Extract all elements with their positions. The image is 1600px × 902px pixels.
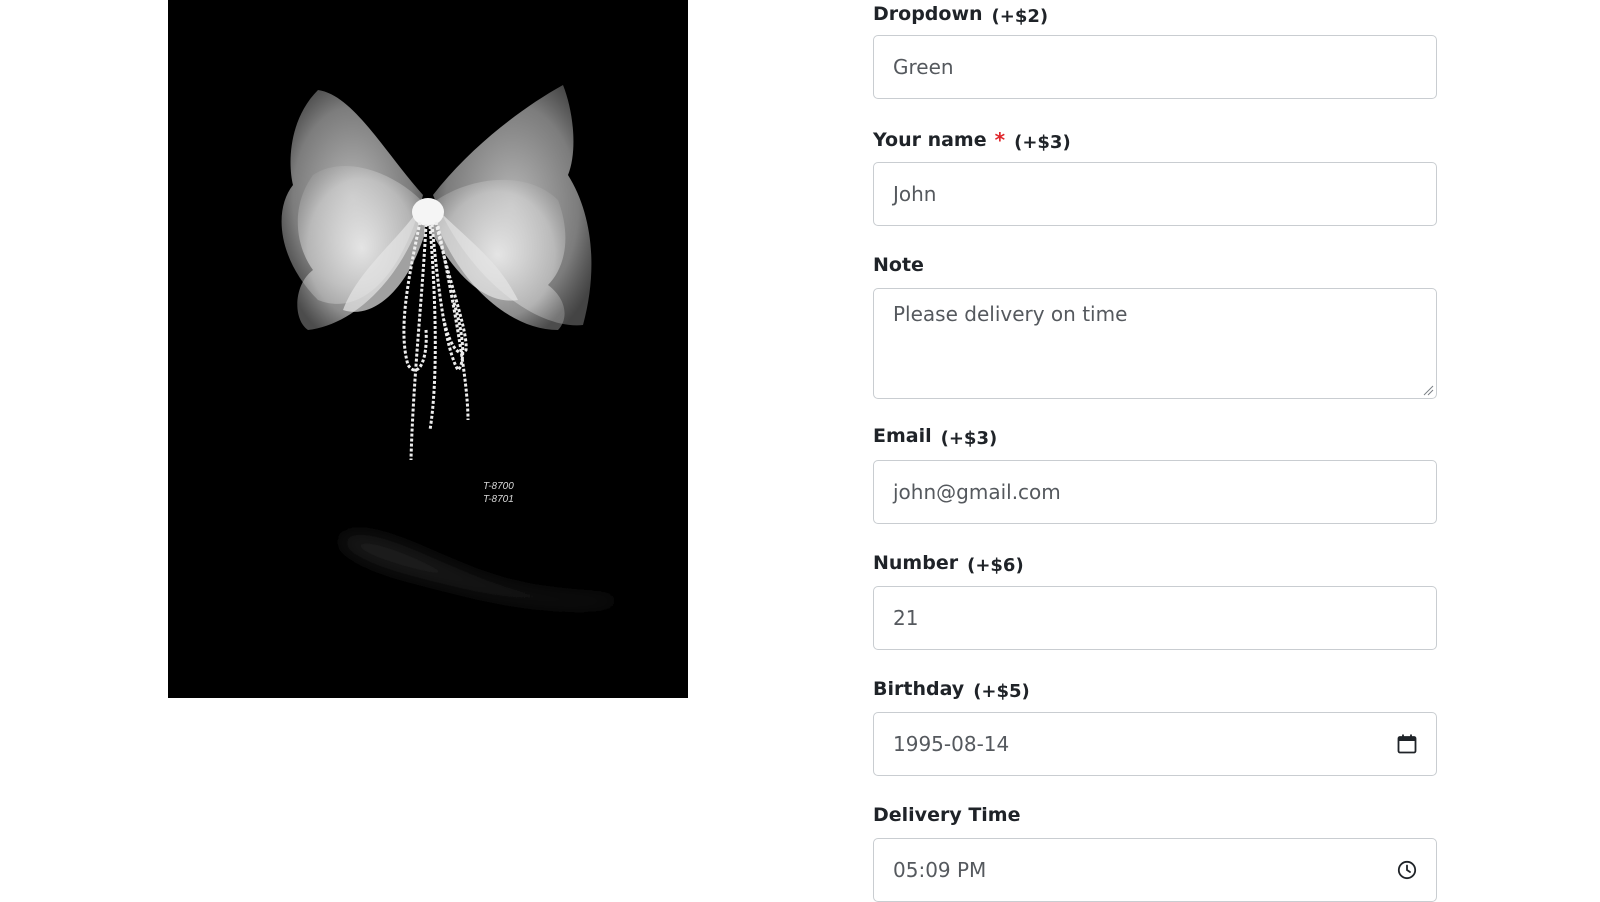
dropdown-label-row: Dropdown (+$2) xyxy=(873,1,1048,27)
email-price: (+$3) xyxy=(940,427,998,449)
name-field[interactable]: John xyxy=(873,162,1437,226)
birthday-date-field[interactable]: 1995-08-14 xyxy=(873,712,1437,776)
clock-icon[interactable] xyxy=(1396,859,1418,881)
email-label-row: Email (+$3) xyxy=(873,423,997,449)
calendar-icon[interactable] xyxy=(1396,733,1418,755)
number-label: Number xyxy=(873,552,959,574)
sku-line: T-8700 xyxy=(483,481,514,492)
dropdown-value: Green xyxy=(893,55,954,79)
delivery-time-value: 05:09 PM xyxy=(893,858,987,882)
note-textarea[interactable]: Please delivery on time xyxy=(873,288,1437,399)
note-label: Note xyxy=(873,254,924,276)
birthday-price: (+$5) xyxy=(973,680,1030,702)
email-placeholder: john@gmail.com xyxy=(893,480,1061,504)
delivery-time-field[interactable]: 05:09 PM xyxy=(873,838,1437,902)
number-label-row: Number (+$6) xyxy=(873,550,1024,576)
name-price: (+$3) xyxy=(1014,131,1071,153)
note-placeholder: Please delivery on time xyxy=(893,302,1128,326)
required-indicator: * xyxy=(994,128,1006,152)
birthday-value: 1995-08-14 xyxy=(893,732,1010,756)
email-field[interactable]: john@gmail.com xyxy=(873,460,1437,524)
delivery-time-label-row: Delivery Time xyxy=(873,802,1020,828)
name-placeholder: John xyxy=(893,182,937,206)
dropdown-select[interactable]: Green xyxy=(873,35,1437,99)
number-field[interactable]: 21 xyxy=(873,586,1437,650)
name-label-row: Your name * (+$3) xyxy=(873,127,1071,153)
product-image: T-8700 T-8701 xyxy=(168,0,688,698)
hair-bow-illustration xyxy=(281,85,623,606)
note-label-row: Note xyxy=(873,252,924,278)
dropdown-price: (+$2) xyxy=(991,5,1049,27)
sku-line: T-8701 xyxy=(483,494,514,505)
resize-grip-icon[interactable] xyxy=(1422,384,1434,396)
email-label: Email xyxy=(873,425,932,447)
number-price: (+$6) xyxy=(967,554,1024,576)
name-label: Your name xyxy=(873,129,987,151)
birthday-label-row: Birthday (+$5) xyxy=(873,676,1030,702)
number-placeholder: 21 xyxy=(893,606,919,630)
birthday-label: Birthday xyxy=(873,678,965,700)
delivery-time-label: Delivery Time xyxy=(873,804,1021,826)
dropdown-label: Dropdown xyxy=(873,3,983,25)
